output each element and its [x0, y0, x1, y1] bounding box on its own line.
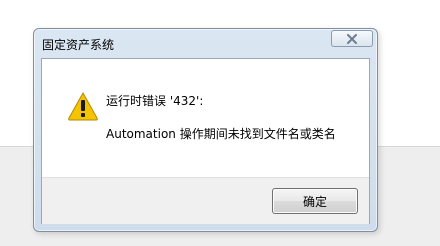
button-area: 确定	[42, 177, 369, 224]
dialog-content: 运行时错误 '432': Automation 操作期间未找到文件名或类名 确定	[41, 58, 370, 224]
close-button[interactable]	[331, 30, 373, 47]
dialog-title-bar[interactable]: 固定资产系统	[34, 29, 377, 57]
error-message: Automation 操作期间未找到文件名或类名	[106, 127, 336, 141]
ok-button-label: 确定	[302, 194, 327, 209]
dialog-title: 固定资产系统	[42, 38, 115, 52]
warning-icon	[67, 91, 99, 121]
error-dialog: 固定资产系统 运行时错误 '432': Automation 操作期间未找到文件…	[33, 28, 378, 232]
ok-button[interactable]: 确定	[272, 188, 358, 214]
error-title: 运行时错误 '432':	[106, 94, 204, 108]
close-icon	[346, 33, 358, 44]
